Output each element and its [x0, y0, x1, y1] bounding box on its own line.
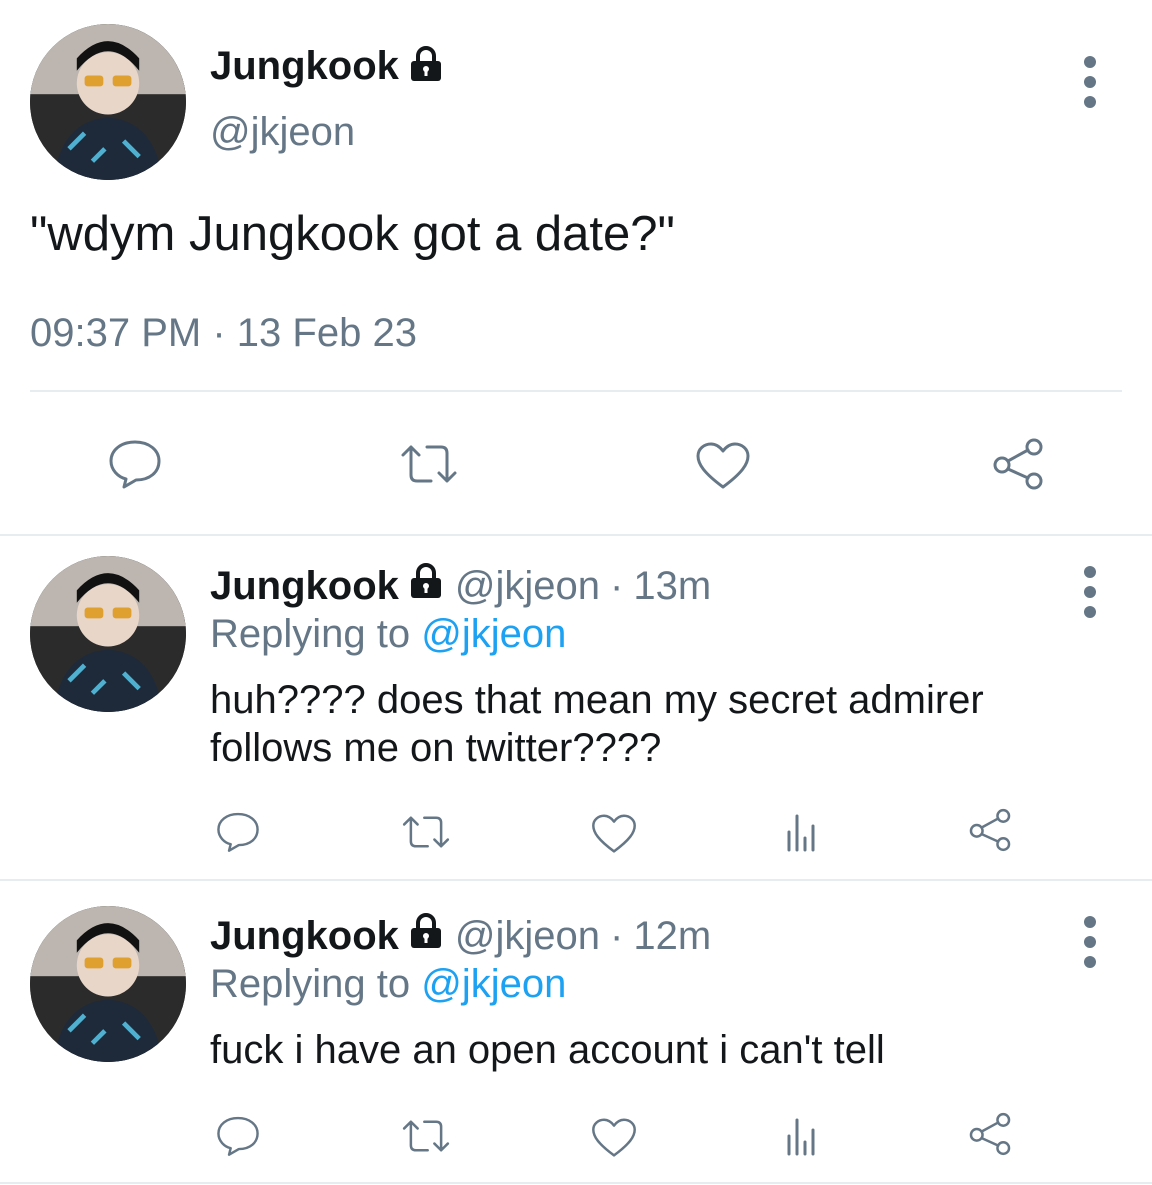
retweet-button[interactable] — [392, 432, 466, 496]
reply-icon — [217, 812, 259, 852]
display-name[interactable]: Jungkook — [210, 44, 399, 89]
retweet-button[interactable] — [396, 1110, 456, 1162]
share-button[interactable] — [983, 432, 1053, 496]
reply-age: 12m — [633, 913, 712, 958]
reply-text: fuck i have an open account i can't tell — [210, 1026, 885, 1074]
replying-to: Replying to @jkjeon — [210, 612, 566, 657]
reply-icon — [217, 1116, 259, 1156]
like-button[interactable] — [586, 1112, 642, 1164]
lock-icon — [407, 912, 445, 960]
replying-to: Replying to @jkjeon — [210, 962, 566, 1007]
reply-age: 13m — [633, 563, 712, 608]
display-name[interactable]: Jungkook — [210, 914, 399, 959]
avatar[interactable] — [30, 906, 186, 1062]
replying-prefix: Replying to — [210, 962, 411, 1006]
divider — [0, 879, 1152, 881]
lock-icon — [407, 45, 445, 88]
heart-icon — [696, 442, 750, 489]
tweet-text: "wdym Jungkook got a date?" — [30, 207, 675, 261]
retweet-icon — [402, 1120, 450, 1152]
analytics-button[interactable] — [776, 1110, 826, 1162]
more-vertical-icon[interactable] — [1081, 56, 1099, 116]
analytics-icon — [787, 814, 815, 852]
tweet-time: 09:37 PM — [30, 311, 202, 355]
share-button[interactable] — [962, 804, 1018, 856]
more-vertical-icon[interactable] — [1081, 916, 1099, 976]
reply-button[interactable] — [210, 1110, 266, 1162]
reply-button[interactable] — [100, 432, 170, 496]
retweet-button[interactable] — [396, 806, 456, 858]
avatar[interactable] — [30, 556, 186, 712]
reply-text-line: fuck i have an open account i can't tell — [210, 1028, 885, 1072]
handle[interactable]: @jkjeon — [455, 914, 600, 959]
analytics-button[interactable] — [776, 806, 826, 858]
reply-text: huh???? does that mean my secret admirer… — [210, 676, 984, 772]
reply-button[interactable] — [210, 806, 266, 858]
separator: · — [610, 913, 624, 958]
heart-icon — [592, 814, 636, 853]
avatar[interactable] — [30, 24, 186, 180]
divider — [0, 1182, 1152, 1184]
reply-icon — [109, 440, 161, 489]
retweet-icon — [402, 816, 450, 848]
handle[interactable]: @jkjeon — [455, 564, 600, 609]
analytics-icon — [787, 1118, 815, 1156]
share-icon — [993, 438, 1043, 490]
heart-icon — [592, 1118, 636, 1157]
share-icon — [969, 808, 1011, 852]
divider — [30, 390, 1122, 392]
lock-icon — [407, 562, 445, 610]
like-button[interactable] — [688, 434, 758, 498]
handle[interactable]: @jkjeon — [210, 110, 355, 155]
like-button[interactable] — [586, 808, 642, 860]
more-vertical-icon[interactable] — [1081, 566, 1099, 626]
tweet-date: 13 Feb 23 — [236, 311, 417, 355]
divider — [0, 534, 1152, 536]
replying-handle-link[interactable]: @jkjeon — [421, 612, 566, 656]
replying-handle-link[interactable]: @jkjeon — [421, 962, 566, 1006]
share-button[interactable] — [962, 1108, 1018, 1160]
tweet-timestamp: 09:37 PM · 13 Feb 23 — [30, 311, 417, 356]
separator: · — [212, 311, 226, 355]
retweet-icon — [401, 445, 457, 483]
replying-prefix: Replying to — [210, 612, 411, 656]
reply-text-line: follows me on twitter???? — [210, 726, 662, 770]
reply-text-line: huh???? does that mean my secret admirer — [210, 678, 984, 722]
share-icon — [969, 1112, 1011, 1156]
separator: · — [610, 563, 624, 608]
display-name[interactable]: Jungkook — [210, 564, 399, 609]
